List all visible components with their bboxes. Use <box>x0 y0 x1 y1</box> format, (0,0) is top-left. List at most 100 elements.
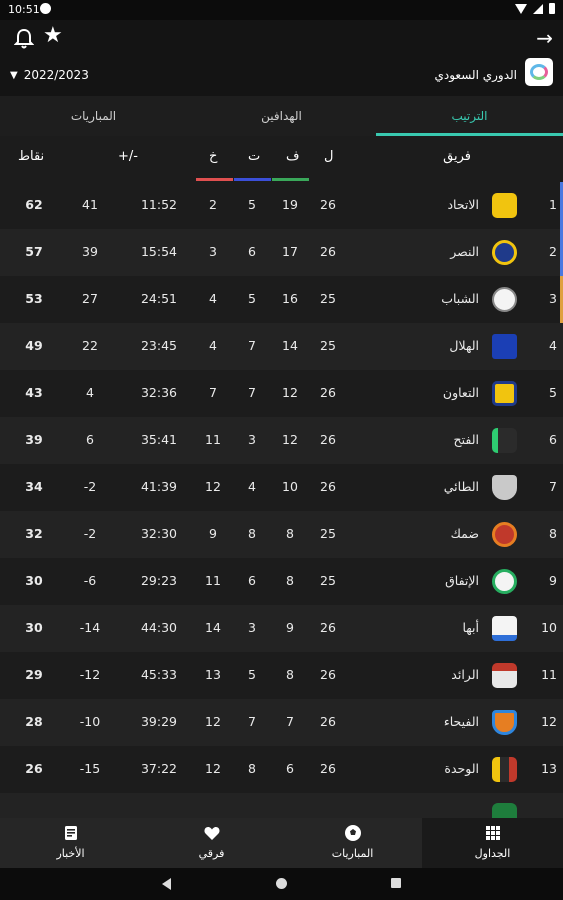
status-bar: 10:51 <box>0 0 563 20</box>
lost: 13 <box>205 667 221 682</box>
played: 26 <box>320 479 336 494</box>
system-icons <box>515 3 555 14</box>
played: 26 <box>320 197 336 212</box>
nav-tables[interactable]: الجداول <box>422 818 563 868</box>
goals: 35:41 <box>140 432 178 447</box>
tab-standings[interactable]: الترتيب <box>376 96 563 136</box>
rank: 1 <box>549 197 557 212</box>
played: 26 <box>320 714 336 729</box>
won: 7 <box>286 714 294 729</box>
rank: 9 <box>549 573 557 588</box>
battery-icon <box>549 3 555 14</box>
bottom-nav: الأخبار فرقي المباريات الجداول <box>0 818 563 868</box>
table-row[interactable]: 3 الشباب 25 16 5 4 24:51 27 53 <box>0 276 563 323</box>
table-row[interactable]: 6 الفتح 26 12 3 11 35:41 6 39 <box>0 417 563 464</box>
points: 32 <box>25 526 43 541</box>
points: 34 <box>25 479 43 494</box>
played: 25 <box>320 291 336 306</box>
team-logo <box>492 193 517 218</box>
played: 25 <box>320 526 336 541</box>
lost: 12 <box>205 714 221 729</box>
lost: 2 <box>209 197 217 212</box>
team-logo <box>492 381 517 406</box>
goal-difference: -14 <box>79 620 101 635</box>
home-icon[interactable] <box>276 878 287 889</box>
season-selector[interactable]: ▼ 2022/2023 <box>10 68 89 82</box>
nav-matches[interactable]: المباريات <box>282 818 423 868</box>
goal-difference: -15 <box>79 761 101 776</box>
table-row[interactable]: 8 ضمك 25 8 8 9 32:30 -2 32 <box>0 511 563 558</box>
lost-underline <box>196 178 233 181</box>
tab-matches[interactable]: المباريات <box>0 96 187 136</box>
rank: 4 <box>549 338 557 353</box>
team-name: الهلال <box>449 338 479 353</box>
table-row[interactable]: 12 الفيحاء 26 7 7 12 39:29 -10 28 <box>0 699 563 746</box>
newspaper-icon <box>65 826 77 840</box>
team-name: ضمك <box>450 526 479 541</box>
draw: 5 <box>248 197 256 212</box>
points: 29 <box>25 667 43 682</box>
lost: 4 <box>209 291 217 306</box>
status-time: 10:51 <box>8 3 40 16</box>
nav-news[interactable]: الأخبار <box>0 818 141 868</box>
draw: 5 <box>248 667 256 682</box>
table-row[interactable]: 4 الهلال 25 14 7 4 23:45 22 49 <box>0 323 563 370</box>
system-nav-bar <box>0 868 563 900</box>
team-logo <box>492 522 517 547</box>
table-row[interactable]: 11 الرائد 26 8 5 13 45:33 -12 29 <box>0 652 563 699</box>
goals: 45:33 <box>140 667 178 682</box>
table-row[interactable]: 10 أبها 26 9 3 14 44:30 -14 30 <box>0 605 563 652</box>
team-name: أبها <box>462 620 479 635</box>
lost: 4 <box>209 338 217 353</box>
team-name: الطائي <box>443 479 479 494</box>
team-logo <box>492 663 517 688</box>
won: 12 <box>282 385 298 400</box>
points: 39 <box>25 432 43 447</box>
bell-icon[interactable] <box>14 28 34 50</box>
table-row[interactable]: 5 التعاون 26 12 7 7 32:36 4 43 <box>0 370 563 417</box>
table-row[interactable]: 1 الاتحاد 26 19 5 2 11:52 41 62 <box>0 182 563 229</box>
tab-scorers[interactable]: الهدافين <box>188 96 375 136</box>
chevron-down-icon: ▼ <box>10 69 18 81</box>
lost: 11 <box>205 573 221 588</box>
nav-my-teams[interactable]: فرقي <box>141 818 282 868</box>
points: 53 <box>25 291 43 306</box>
points: 57 <box>25 244 43 259</box>
draw: 6 <box>248 244 256 259</box>
goal-difference: -10 <box>79 714 101 729</box>
team-logo <box>492 757 517 782</box>
played: 26 <box>320 761 336 776</box>
table-row[interactable]: 2 النصر 26 17 6 3 15:54 39 57 <box>0 229 563 276</box>
goals: 29:23 <box>140 573 178 588</box>
lost: 12 <box>205 479 221 494</box>
goal-difference: 39 <box>82 244 98 259</box>
goal-difference: 22 <box>82 338 98 353</box>
team-logo <box>492 803 517 818</box>
arrow-forward-icon[interactable]: → <box>536 26 553 50</box>
draw: 3 <box>248 620 256 635</box>
played: 26 <box>320 667 336 682</box>
won-underline <box>272 178 309 181</box>
goals: 41:39 <box>140 479 178 494</box>
heart-icon <box>204 827 220 840</box>
team-name: الشباب <box>441 291 479 306</box>
won: 12 <box>282 432 298 447</box>
notification-icon <box>40 3 51 14</box>
table-header: فريق ل ف ت خ +/- نقاط <box>0 136 563 182</box>
goals: 23:45 <box>140 338 178 353</box>
rank: 13 <box>541 761 557 776</box>
star-icon[interactable]: ★ <box>43 25 63 47</box>
col-goals: +/- <box>118 149 138 164</box>
league-name: الدوري السعودي <box>434 68 517 82</box>
lost: 12 <box>205 761 221 776</box>
table-row[interactable]: 9 الإتفاق 25 8 6 11 29:23 -6 30 <box>0 558 563 605</box>
table-row[interactable]: 13 الوحدة 26 6 8 12 37:22 -15 26 <box>0 746 563 793</box>
recents-icon[interactable] <box>391 878 401 888</box>
back-icon[interactable] <box>162 878 171 890</box>
rank: 5 <box>549 385 557 400</box>
goal-difference: 6 <box>86 432 94 447</box>
table-row[interactable]: 7 الطائي 26 10 4 12 41:39 -2 34 <box>0 464 563 511</box>
draw: 8 <box>248 526 256 541</box>
rank: 10 <box>541 620 557 635</box>
tab-bar: المباريات الهدافين الترتيب <box>0 96 563 136</box>
